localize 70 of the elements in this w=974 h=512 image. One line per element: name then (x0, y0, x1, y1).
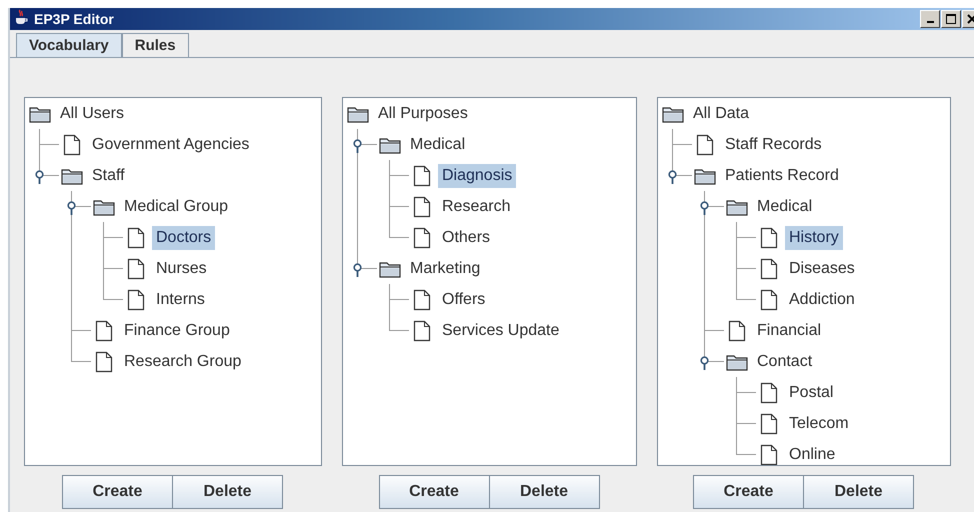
connector-line (103, 253, 125, 284)
connector-line (736, 222, 758, 253)
file-icon (125, 226, 147, 248)
file-icon (61, 134, 83, 156)
create-button[interactable]: Create (62, 475, 173, 509)
file-icon (125, 258, 147, 280)
delete-button[interactable]: Delete (172, 475, 283, 509)
delete-button[interactable]: Delete (488, 475, 600, 509)
connector-line (736, 408, 758, 439)
minimize-icon (926, 21, 934, 23)
tree-item[interactable]: Medical (753, 194, 816, 218)
file-icon (758, 226, 780, 248)
tree-item[interactable]: Interns (152, 288, 209, 312)
tree-item[interactable]: Finance Group (120, 318, 234, 342)
connector-line (736, 253, 758, 284)
tree-item[interactable]: Others (438, 226, 494, 250)
maximize-button[interactable] (941, 10, 961, 28)
tree-item[interactable]: Government Agencies (88, 132, 254, 156)
file-icon (93, 320, 115, 342)
file-icon (758, 258, 780, 280)
create-button[interactable]: Create (693, 475, 804, 509)
connector-line (736, 377, 758, 408)
tree-item[interactable]: Medical (406, 132, 470, 156)
window-title: EP3P Editor (34, 11, 115, 27)
connector-line (389, 160, 411, 191)
tree-item[interactable]: Financial (753, 318, 826, 342)
tree-item[interactable]: Addiction (785, 288, 859, 312)
file-icon (726, 320, 748, 342)
tree-item[interactable]: Staff (88, 164, 129, 188)
file-icon (411, 320, 433, 342)
file-icon (411, 196, 433, 218)
file-icon (758, 288, 780, 310)
tree-item[interactable]: Postal (785, 380, 838, 404)
tree-item[interactable]: Services Update (438, 318, 564, 342)
tree-item[interactable]: All Data (689, 102, 754, 126)
close-icon (967, 14, 974, 24)
file-icon (411, 288, 433, 310)
tree-item[interactable]: Contact (753, 350, 816, 374)
tree-item[interactable]: Telecom (785, 412, 853, 436)
connector-line (389, 284, 411, 315)
tree-item[interactable]: Research Group (120, 350, 246, 374)
tree-item[interactable]: Marketing (406, 256, 484, 280)
delete-button[interactable]: Delete (803, 475, 914, 509)
connector-line (103, 222, 125, 253)
file-icon (758, 382, 780, 404)
tree-item[interactable]: All Users (56, 102, 128, 126)
tree-item[interactable]: Online (785, 442, 840, 465)
maximize-icon (946, 14, 956, 24)
file-icon (411, 164, 433, 186)
tree-item[interactable]: Medical Group (120, 194, 232, 218)
tree-item[interactable]: Diagnosis (438, 164, 516, 188)
tree-item[interactable]: Offers (438, 288, 490, 312)
tree-item[interactable]: All Purposes (374, 102, 472, 126)
create-button[interactable]: Create (378, 475, 490, 509)
tab[interactable]: Vocabulary (16, 33, 122, 57)
file-icon (758, 412, 780, 434)
minimize-button[interactable] (920, 10, 940, 28)
tab[interactable]: Rules (122, 33, 189, 57)
connector-line (389, 191, 411, 222)
file-icon (125, 288, 147, 310)
tree-item[interactable]: Research (438, 194, 514, 218)
tree-item[interactable]: Doctors (152, 226, 216, 250)
tree-item[interactable]: Patients Record (721, 164, 843, 188)
file-icon (411, 226, 433, 248)
tree-item[interactable]: Nurses (152, 256, 211, 280)
tree-item[interactable]: Diseases (785, 256, 859, 280)
file-icon (694, 134, 716, 156)
tree-item[interactable]: History (785, 226, 843, 250)
tree-item[interactable]: Staff Records (721, 132, 826, 156)
file-icon (93, 350, 115, 372)
